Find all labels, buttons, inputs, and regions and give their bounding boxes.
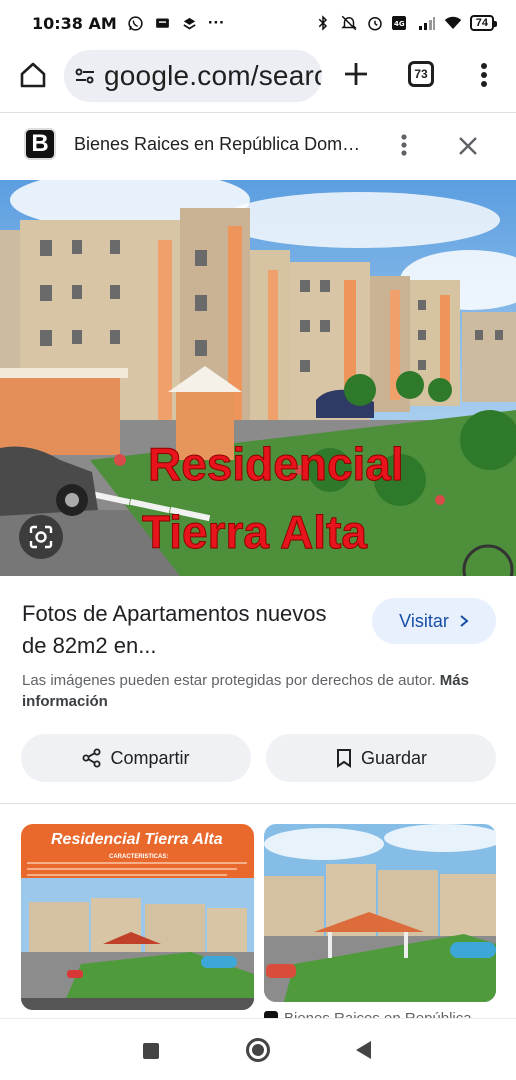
copyright-text: Las imágenes pueden estar protegidas por… [22, 672, 436, 689]
share-icon [82, 748, 101, 768]
tab-switcher-button[interactable]: 73 [408, 61, 434, 87]
site-settings-icon[interactable] [74, 65, 96, 87]
recents-button[interactable] [143, 1043, 159, 1059]
browser-toolbar: google.com/search 73 [0, 46, 516, 108]
new-tab-button[interactable] [342, 60, 370, 88]
main-result-image[interactable]: Residencial Tierra Alta [0, 180, 516, 576]
whatsapp-icon [127, 14, 145, 32]
bookmark-icon [336, 749, 351, 768]
source-options-button[interactable] [394, 130, 414, 160]
image-overlay-line1: Residencial [148, 438, 404, 490]
more-vert-icon [401, 134, 407, 156]
residential-complex-image: Residencial Tierra Alta [0, 180, 516, 576]
image-overlay-line2: Tierra Alta [142, 506, 367, 558]
mute-icon [340, 14, 358, 32]
more-vert-icon [481, 63, 487, 87]
visit-button[interactable]: Visitar [372, 598, 496, 644]
back-button[interactable] [356, 1041, 371, 1059]
battery-level: 74 [475, 17, 488, 29]
copyright-notice: Las imágenes pueden estar protegidas por… [22, 670, 498, 712]
visit-label: Visitar [399, 610, 449, 631]
close-icon [459, 137, 477, 155]
svg-text:4G: 4G [394, 20, 405, 28]
dropbox-icon [181, 14, 199, 32]
source-title[interactable]: Bienes Raices en República Dominicana [74, 134, 364, 155]
plus-icon [345, 63, 367, 85]
chevron-right-icon [460, 615, 469, 627]
share-label: Compartir [110, 747, 190, 768]
share-button[interactable]: Compartir [21, 734, 251, 782]
related-image-2[interactable] [264, 824, 496, 1002]
more-notifications-icon: ··· [207, 13, 225, 32]
battery-indicator: 74 [469, 15, 498, 31]
brochure-thumbnail: Residencial Tierra Alta CARACTERISTICAS: [21, 824, 254, 1010]
home-button[interactable] [18, 60, 48, 90]
related-image-1[interactable]: Residencial Tierra Alta CARACTERISTICAS: [21, 824, 254, 1010]
address-bar[interactable]: google.com/search [64, 50, 322, 102]
thumb1-banner-text: Residencial Tierra Alta [51, 831, 223, 848]
browser-menu-button[interactable] [474, 60, 494, 90]
bluetooth-icon [314, 14, 332, 32]
lens-search-button[interactable] [19, 515, 63, 559]
toolbar-divider [0, 112, 516, 113]
wifi-icon [444, 14, 462, 32]
tab-count: 73 [414, 67, 428, 81]
save-button[interactable]: Guardar [266, 734, 496, 782]
lens-icon [29, 525, 53, 549]
volte-icon: 4G [391, 14, 410, 32]
gazebo-thumbnail [264, 824, 496, 1002]
signal-icon [418, 14, 436, 32]
source-header: B Bienes Raices en República Dominicana [0, 114, 516, 178]
alarm-icon [366, 14, 384, 32]
home-nav-button[interactable] [246, 1038, 270, 1062]
clock: 10:38 AM [32, 13, 117, 33]
section-divider [0, 803, 516, 804]
status-bar: 10:38 AM ··· 4G 74 [0, 0, 516, 46]
save-label: Guardar [360, 747, 428, 768]
message-icon [154, 14, 172, 32]
result-title[interactable]: Fotos de Apartamentos nuevos de 82m2 en.… [22, 598, 352, 662]
url-text: google.com/search [104, 60, 322, 91]
thumb1-subtitle: CARACTERISTICAS: [109, 854, 168, 860]
system-navigation-bar [0, 1018, 516, 1080]
home-icon [20, 62, 46, 88]
close-button[interactable] [456, 134, 480, 158]
source-logo[interactable]: B [24, 128, 56, 160]
